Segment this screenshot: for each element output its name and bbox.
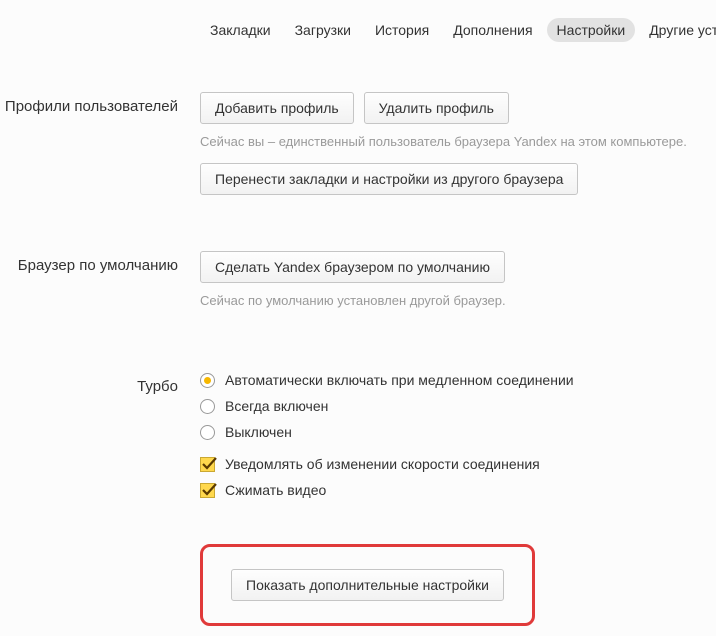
- profiles-label: Профили пользователей: [0, 92, 200, 116]
- section-default-browser: Браузер по умолчанию Сделать Yandex брау…: [0, 251, 716, 322]
- tab-other-devices[interactable]: Другие устр: [639, 18, 716, 42]
- tab-bookmarks[interactable]: Закладки: [200, 18, 281, 42]
- turbo-radio-always[interactable]: Всегда включен: [200, 398, 716, 414]
- radio-icon: [200, 373, 215, 388]
- radio-icon: [200, 425, 215, 440]
- check-label: Уведомлять об изменении скорости соедине…: [225, 456, 540, 472]
- tab-addons[interactable]: Дополнения: [443, 18, 542, 42]
- checkbox-icon: [200, 457, 215, 472]
- default-browser-hint: Сейчас по умолчанию установлен другой бр…: [200, 293, 716, 308]
- add-profile-button[interactable]: Добавить профиль: [200, 92, 354, 124]
- turbo-radio-off[interactable]: Выключен: [200, 424, 716, 440]
- radio-label: Всегда включен: [225, 398, 328, 414]
- settings-content: Профили пользователей Добавить профиль У…: [0, 42, 716, 626]
- turbo-check-notify[interactable]: Уведомлять об изменении скорости соедине…: [200, 456, 716, 472]
- radio-label: Автоматически включать при медленном сое…: [225, 372, 574, 388]
- set-default-browser-button[interactable]: Сделать Yandex браузером по умолчанию: [200, 251, 505, 283]
- delete-profile-button[interactable]: Удалить профиль: [364, 92, 509, 124]
- checkbox-icon: [200, 483, 215, 498]
- turbo-check-compress[interactable]: Сжимать видео: [200, 482, 716, 498]
- profiles-hint: Сейчас вы – единственный пользователь бр…: [200, 134, 716, 149]
- show-additional-settings-button[interactable]: Показать дополнительные настройки: [231, 569, 504, 601]
- settings-tabs: Закладки Загрузки История Дополнения Нас…: [0, 0, 716, 42]
- turbo-label: Турбо: [0, 372, 200, 396]
- turbo-radio-auto[interactable]: Автоматически включать при медленном сое…: [200, 372, 716, 388]
- tab-history[interactable]: История: [365, 18, 439, 42]
- tab-settings[interactable]: Настройки: [547, 18, 636, 42]
- import-bookmarks-button[interactable]: Перенести закладки и настройки из другог…: [200, 163, 578, 195]
- radio-label: Выключен: [225, 424, 292, 440]
- check-label: Сжимать видео: [225, 482, 326, 498]
- section-profiles: Профили пользователей Добавить профиль У…: [0, 92, 716, 201]
- default-browser-label: Браузер по умолчанию: [0, 251, 200, 275]
- section-turbo: Турбо Автоматически включать при медленн…: [0, 372, 716, 508]
- show-more-highlight: Показать дополнительные настройки: [200, 544, 535, 626]
- tab-downloads[interactable]: Загрузки: [285, 18, 361, 42]
- radio-icon: [200, 399, 215, 414]
